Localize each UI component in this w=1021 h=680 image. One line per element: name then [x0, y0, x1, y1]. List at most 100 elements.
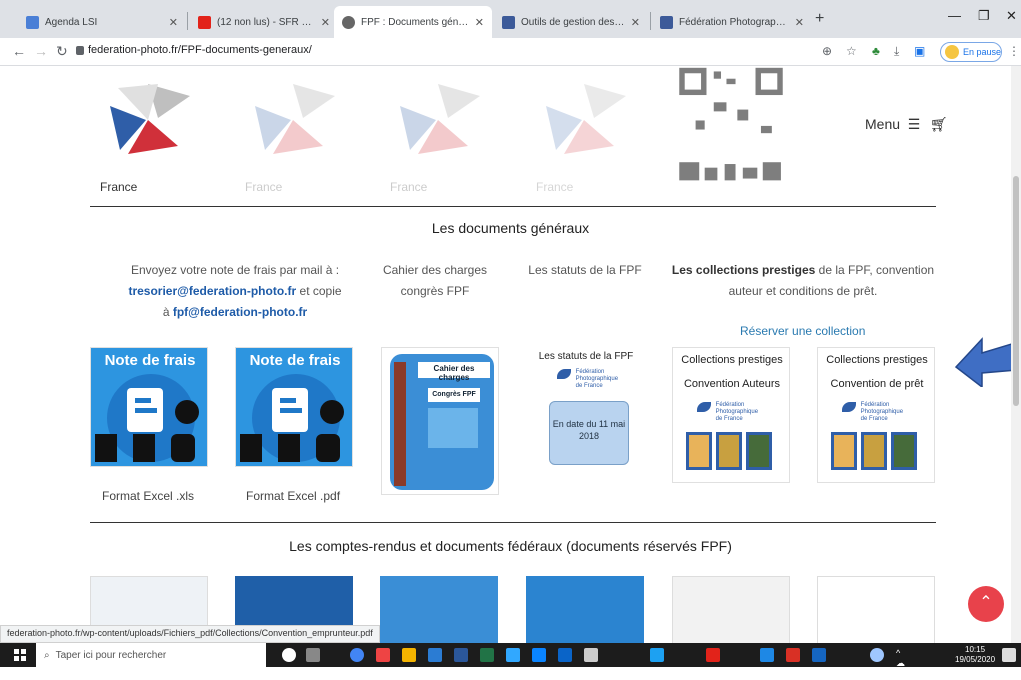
menu-toggle[interactable]: Menu ☰ [865, 116, 920, 133]
back-icon[interactable]: ← [12, 43, 26, 59]
description-line: Les statuts de la FPF [528, 263, 642, 277]
photo-thumb [861, 432, 887, 470]
fpf-logo-card[interactable] [817, 576, 935, 643]
close-icon[interactable]: ✕ [795, 16, 804, 29]
hamburger-icon: ☰ [903, 116, 921, 132]
tresorier-email-link[interactable]: tresorier@federation-photo.fr [128, 284, 296, 298]
caption-xls: Format Excel .xls [102, 489, 195, 503]
sfr-icon [198, 15, 211, 29]
app-icon[interactable] [558, 648, 572, 662]
tab-title: Outils de gestion des concours d [521, 16, 625, 28]
fpf-mini-logo: Fédération Photographique de France [557, 369, 618, 390]
photo-thumb [831, 432, 857, 470]
close-icon[interactable]: ✕ [169, 16, 178, 29]
profile-pause-button[interactable]: En pause [940, 42, 1002, 62]
note-frais-pdf-card[interactable]: Note de frais [235, 347, 353, 467]
notification-icon[interactable] [1002, 648, 1016, 662]
fpf-email-link[interactable]: fpf@federation-photo.fr [173, 305, 307, 319]
help-icon[interactable] [870, 648, 884, 662]
cart-icon[interactable]: 🛒︎ [930, 116, 948, 133]
windows-start-icon[interactable] [14, 649, 26, 661]
fpf-logo[interactable]: France [90, 66, 208, 194]
tab-title: Fédération Photographique de F [679, 16, 789, 28]
store-icon[interactable] [428, 648, 442, 662]
search-placeholder: Taper ici pour rechercher [55, 649, 167, 661]
tab-agenda[interactable]: Agenda LSI ✕ [18, 6, 186, 38]
maximize-icon[interactable]: ❐ [978, 8, 990, 24]
prestige-convention-auteurs-card[interactable]: Collections prestiges Convention Auteurs… [672, 347, 790, 483]
tray-icons[interactable]: ^ ☁ ▮ ◖ [896, 648, 910, 679]
minimize-icon[interactable]: — [948, 8, 961, 23]
fpf-logo-mark [400, 84, 480, 154]
zoom-icon[interactable]: ⊕ [822, 44, 832, 58]
section-title: Les documents généraux [431, 220, 590, 236]
tab-outils-concours[interactable]: Outils de gestion des concours d ✕ [494, 6, 648, 38]
app-icon[interactable] [706, 648, 720, 662]
tab-separator [187, 12, 188, 30]
prestige-convention-pret-card[interactable]: Collections prestiges Convention de prêt… [817, 347, 935, 483]
compte-rendu-blue-card[interactable] [526, 576, 644, 643]
app-icon[interactable] [376, 648, 390, 662]
new-tab-button[interactable]: + [815, 10, 824, 28]
reserve-collection-link[interactable]: Réserver une collection [740, 324, 865, 338]
scrollbar[interactable] [1011, 66, 1021, 643]
extension-blue-icon[interactable]: ▣ [914, 44, 925, 58]
file-explorer-icon[interactable] [402, 648, 416, 662]
tab-title: (12 non lus) - SFR Mail | Mail [217, 16, 315, 28]
download-icon[interactable]: ⤓ [894, 44, 899, 59]
more-menu-icon[interactable]: ⋮ [1008, 44, 1020, 58]
acrobat-icon[interactable] [786, 648, 800, 662]
fpf-logo-faded: France [380, 66, 498, 194]
description-line: congrès FPF [400, 284, 470, 298]
statuts-description: Les statuts de la FPF [520, 260, 650, 281]
tab-fpf-documents[interactable]: FPF : Documents généraux - Féd ✕ [334, 6, 492, 38]
collections-description: Les collections prestiges de la FPF, con… [668, 260, 938, 302]
close-icon[interactable]: ✕ [475, 16, 484, 29]
fpf-mini-text: Fédération Photographique de France [861, 402, 903, 423]
reload-icon[interactable]: ↻ [56, 43, 68, 60]
cortana-icon[interactable] [282, 648, 296, 662]
app-icon[interactable] [812, 648, 826, 662]
app-icon[interactable] [760, 648, 774, 662]
taskbar-clock[interactable]: 10:15 19/05/2020 [955, 645, 995, 665]
taskbar-search[interactable]: ⌕ Taper ici pour rechercher [36, 643, 266, 667]
card-subtitle: Congrès FPF [432, 391, 476, 398]
cahier-des-charges-card[interactable]: Cahier des charges Congrès FPF [381, 347, 499, 495]
mini-line: de France [860, 416, 888, 422]
description-line: Envoyez votre note de frais par mail à : [130, 263, 340, 277]
scrollbar-thumb[interactable] [1013, 176, 1019, 406]
photo-thumbnails [831, 432, 917, 470]
fpf-logo-mark [110, 84, 190, 154]
close-window-icon[interactable]: ✕ [1006, 8, 1017, 24]
word-icon[interactable] [454, 648, 468, 662]
close-icon[interactable]: ✕ [321, 16, 330, 29]
photoshop-icon[interactable] [506, 648, 520, 662]
tab-federation[interactable]: Fédération Photographique de F ✕ [652, 6, 812, 38]
statuts-card[interactable]: Les statuts de la FPF Fédération Photogr… [527, 347, 645, 467]
logo-text: France [245, 180, 283, 194]
twitter-icon[interactable] [650, 648, 664, 662]
fpf-logo-faded: France [235, 66, 353, 194]
calculator-icon[interactable] [584, 648, 598, 662]
chrome-icon[interactable] [350, 648, 364, 662]
address-bar[interactable]: federation-photo.fr/FPF-documents-genera… [88, 44, 312, 56]
extension-icon[interactable]: ♣ [872, 44, 880, 58]
scroll-to-top-button[interactable]: ⌃ [968, 586, 1004, 622]
description-line: auteur et conditions de prêt. [728, 284, 878, 298]
globe-icon [342, 15, 355, 29]
forward-icon[interactable]: → [34, 43, 48, 59]
mini-line: Photographique [715, 409, 759, 415]
close-icon[interactable]: ✕ [631, 16, 640, 29]
web-page: France France France France Menu ☰ 🛒︎ Le… [0, 66, 1021, 643]
agenda-card[interactable] [672, 576, 790, 643]
edge-icon[interactable] [532, 648, 546, 662]
tab-sfr-mail[interactable]: (12 non lus) - SFR Mail | Mail ✕ [190, 6, 338, 38]
plume-card[interactable] [380, 576, 498, 643]
card-title: Collections prestiges [681, 354, 783, 366]
mini-line: Photographique [860, 409, 904, 415]
section-title: Les comptes-rendus et documents fédéraux… [289, 538, 732, 554]
excel-icon[interactable] [480, 648, 494, 662]
note-frais-xls-card[interactable]: Note de frais [90, 347, 208, 467]
star-icon[interactable]: ☆ [846, 44, 857, 58]
task-view-icon[interactable] [306, 648, 320, 662]
